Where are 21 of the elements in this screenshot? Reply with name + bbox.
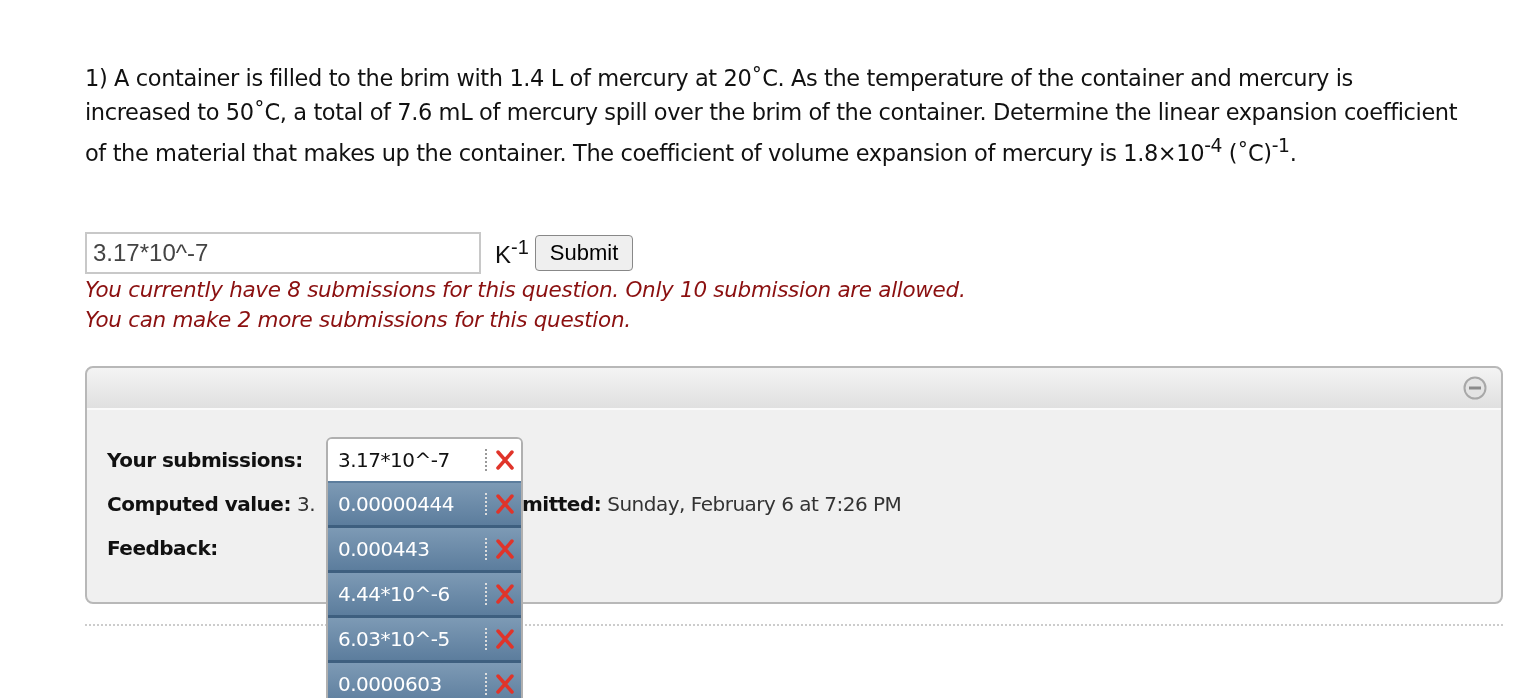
- computed-value: 3.: [296, 491, 315, 516]
- submitted-label: mitted:: [522, 491, 602, 516]
- delete-icon[interactable]: [495, 449, 515, 471]
- submission-option[interactable]: 0.00000444: [328, 483, 521, 528]
- computed-value-label: Computed value:: [107, 491, 291, 516]
- submission-notice: You can make 2 more submissions for this question.: [85, 305, 632, 334]
- submissions-dropdown[interactable]: 3.17*10^-7 0.00000444 0.000443 4.44*10^-6 6.03*10^-5 0.0000603: [326, 437, 523, 698]
- submission-option[interactable]: 0.000443: [328, 528, 521, 573]
- collapse-icon[interactable]: [1463, 375, 1487, 400]
- submission-option[interactable]: 3.17*10^-7: [328, 439, 521, 483]
- submit-button[interactable]: Submit: [534, 234, 634, 271]
- submissions-label: Your submissions:: [107, 447, 303, 472]
- question-text: 1) A container is filled to the brim with 1.4 L of mercury at 20˚C. As the temperature of the container and mercury is increased to 50˚C, a total of 7.6 mL of mercury spill over the brim of the container. Determine the linear expansion coefficient of the material that makes up the container. The coefficient of volume expansion of mercury is 1.8×10$^{-4}$ (˚C)$^{-1}$.: [85, 64, 1459, 168]
- submission-notice: You currently have 8 submissions for this question. Only 10 submission are allowed.: [85, 275, 967, 304]
- submission-option[interactable]: 4.44*10^-6: [328, 573, 521, 618]
- submission-option[interactable]: 0.0000603: [328, 663, 521, 698]
- submission-option[interactable]: 6.03*10^-5: [328, 618, 521, 663]
- unit-label: K$^{-1}$: [495, 236, 529, 269]
- feedback-label: Feedback:: [107, 535, 218, 560]
- submitted-date: Sunday, February 6 at 7:26 PM: [607, 491, 902, 516]
- answer-field[interactable]: 3.17*10^-7: [85, 231, 481, 274]
